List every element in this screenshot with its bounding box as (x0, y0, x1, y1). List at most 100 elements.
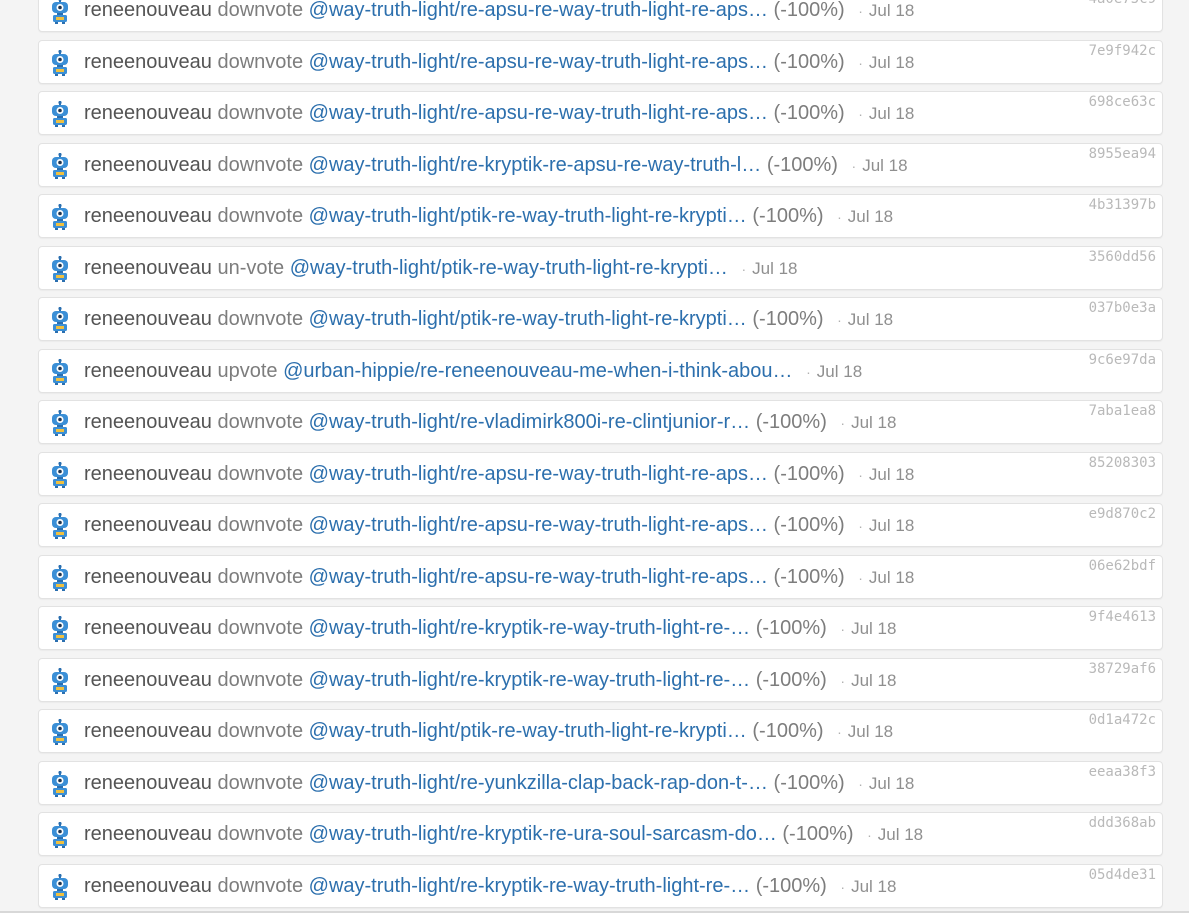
robot-avatar-icon[interactable] (50, 306, 70, 333)
operation-row: reneenouveau downvote @way-truth-light/r… (38, 503, 1163, 547)
post-link[interactable]: @way-truth-light/re-apsu-re-way-truth-li… (309, 0, 768, 21)
vote-weight: (-100%) (773, 0, 845, 21)
transaction-id[interactable]: 05d4de31 (1089, 867, 1156, 883)
post-link[interactable]: @way-truth-light/ptik-re-way-truth-light… (309, 720, 747, 742)
user-name[interactable]: reneenouveau (84, 360, 212, 382)
post-link[interactable]: @way-truth-light/ptik-re-way-truth-light… (309, 308, 747, 330)
transaction-id[interactable]: 4b31397b (1089, 197, 1156, 213)
user-name[interactable]: reneenouveau (84, 720, 212, 742)
operation-text: reneenouveau downvote @way-truth-light/p… (84, 298, 893, 340)
robot-avatar-icon[interactable] (50, 615, 70, 642)
transaction-id[interactable]: 7aba1ea8 (1089, 403, 1156, 419)
user-name[interactable]: reneenouveau (84, 154, 212, 176)
separator-dot: · (840, 415, 846, 431)
transaction-id[interactable]: 9f4e4613 (1089, 609, 1156, 625)
post-link[interactable]: @way-truth-light/re-vladimirk800i-re-cli… (309, 411, 751, 433)
robot-avatar-icon[interactable] (50, 255, 70, 282)
user-name[interactable]: reneenouveau (84, 102, 212, 124)
robot-avatar-icon[interactable] (50, 461, 70, 488)
transaction-id[interactable]: 9c6e97da (1089, 352, 1156, 368)
user-name[interactable]: reneenouveau (84, 205, 212, 227)
post-link[interactable]: @way-truth-light/re-yunkzilla-clap-back-… (309, 772, 768, 794)
op-date: Jul 18 (851, 619, 897, 638)
robot-avatar-icon[interactable] (50, 512, 70, 539)
robot-avatar-icon[interactable] (50, 0, 70, 24)
post-link[interactable]: @way-truth-light/re-apsu-re-way-truth-li… (309, 102, 768, 124)
user-name[interactable]: reneenouveau (84, 669, 212, 691)
operation-row: reneenouveau downvote @way-truth-light/p… (38, 297, 1163, 341)
robot-avatar-icon[interactable] (50, 821, 70, 848)
operation-row: reneenouveau upvote @urban-hippie/re-ren… (38, 348, 1163, 393)
transaction-id[interactable]: 0d1a472c (1089, 712, 1156, 728)
post-link[interactable]: @way-truth-light/re-kryptik-re-way-truth… (309, 875, 750, 897)
transaction-id[interactable]: 4a0e75c9 (1089, 0, 1156, 7)
separator-dot: · (858, 569, 863, 586)
transaction-id[interactable]: ddd368ab (1089, 815, 1156, 831)
post-link[interactable]: @way-truth-light/re-kryptik-re-way-truth… (309, 669, 750, 691)
transaction-id[interactable]: 037b0e3a (1089, 300, 1156, 316)
vote-action: downvote (217, 205, 304, 227)
vote-weight: (-100%) (755, 668, 827, 691)
post-link[interactable]: @way-truth-light/re-apsu-re-way-truth-li… (309, 514, 768, 536)
user-name[interactable]: reneenouveau (84, 257, 212, 279)
robot-avatar-icon[interactable] (50, 358, 70, 385)
user-name[interactable]: reneenouveau (84, 514, 212, 536)
operation-text: reneenouveau downvote @way-truth-light/r… (84, 453, 914, 495)
robot-avatar-icon[interactable] (50, 203, 70, 230)
robot-avatar-icon[interactable] (50, 409, 70, 436)
user-name[interactable]: reneenouveau (84, 772, 212, 794)
post-link[interactable]: @urban-hippie/re-reneenouveau-me-when-i-… (283, 360, 792, 382)
post-link[interactable]: @way-truth-light/re-apsu-re-way-truth-li… (309, 51, 768, 73)
robot-avatar-icon[interactable] (50, 718, 70, 745)
transaction-id[interactable]: 38729af6 (1089, 661, 1156, 677)
transaction-id[interactable]: 8955ea94 (1089, 146, 1156, 162)
transaction-id[interactable]: 85208303 (1089, 455, 1156, 471)
vote-weight: (-100%) (773, 565, 845, 588)
user-name[interactable]: reneenouveau (84, 463, 212, 485)
vote-action: downvote (217, 771, 304, 794)
robot-avatar-icon[interactable] (50, 49, 70, 76)
post-link[interactable]: @way-truth-light/re-kryptik-re-ura-soul-… (309, 823, 777, 845)
user-name[interactable]: reneenouveau (84, 823, 212, 845)
robot-avatar-icon[interactable] (50, 667, 70, 694)
robot-avatar-icon[interactable] (50, 152, 70, 179)
post-link[interactable]: @way-truth-light/re-apsu-re-way-truth-li… (309, 566, 768, 588)
user-name[interactable]: reneenouveau (84, 875, 212, 897)
robot-avatar-icon[interactable] (50, 564, 70, 591)
robot-avatar-icon[interactable] (50, 100, 70, 127)
operation-text: reneenouveau downvote @way-truth-light/r… (84, 504, 914, 546)
op-date: Jul 18 (851, 876, 897, 896)
vote-action: downvote (217, 617, 304, 639)
vote-weight: (-100%) (755, 617, 827, 639)
post-link[interactable]: @way-truth-light/re-kryptik-re-apsu-re-w… (309, 154, 762, 176)
transaction-id[interactable]: 3560dd56 (1089, 249, 1156, 265)
user-name[interactable]: reneenouveau (84, 617, 212, 639)
op-date: Jul 18 (868, 464, 915, 484)
operation-text: reneenouveau downvote @way-truth-light/r… (84, 0, 914, 31)
user-name[interactable]: reneenouveau (84, 566, 212, 588)
operation-row: reneenouveau downvote @way-truth-light/r… (38, 91, 1163, 135)
post-link[interactable]: @way-truth-light/re-kryptik-re-way-truth… (309, 617, 750, 639)
post-link[interactable]: @way-truth-light/re-apsu-re-way-truth-li… (309, 463, 768, 485)
vote-weight: (-100%) (773, 50, 845, 73)
separator-dot: · (741, 260, 747, 277)
op-date: Jul 18 (847, 310, 894, 329)
transaction-id[interactable]: 7e9f942c (1089, 43, 1156, 59)
vote-action: downvote (217, 102, 304, 124)
vote-weight: (-100%) (752, 308, 824, 330)
transaction-id[interactable]: 06e62bdf (1089, 558, 1156, 574)
operation-text: reneenouveau downvote @way-truth-light/r… (84, 813, 923, 855)
robot-avatar-icon[interactable] (50, 873, 70, 900)
transaction-id[interactable]: 698ce63c (1089, 94, 1156, 110)
operation-row: reneenouveau downvote @way-truth-light/r… (38, 451, 1163, 496)
transaction-id[interactable]: eeaa38f3 (1089, 764, 1156, 780)
user-name[interactable]: reneenouveau (84, 411, 212, 433)
op-date: Jul 18 (868, 1, 915, 20)
user-name[interactable]: reneenouveau (84, 308, 212, 330)
post-link[interactable]: @way-truth-light/ptik-re-way-truth-light… (290, 257, 728, 279)
transaction-id[interactable]: e9d870c2 (1089, 506, 1156, 522)
post-link[interactable]: @way-truth-light/ptik-re-way-truth-light… (309, 205, 747, 227)
user-name[interactable]: reneenouveau (84, 51, 212, 73)
user-name[interactable]: reneenouveau (84, 0, 212, 21)
robot-avatar-icon[interactable] (50, 770, 70, 797)
